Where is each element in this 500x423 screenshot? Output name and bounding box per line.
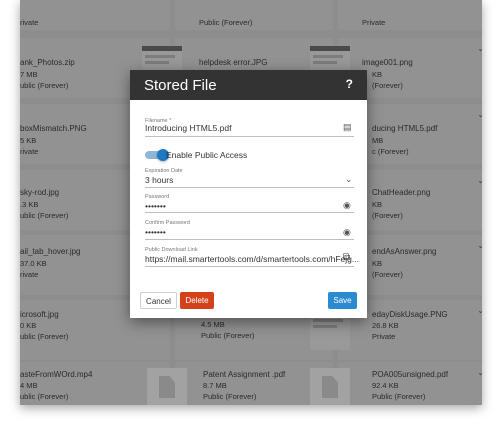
file-size: .3 KB <box>20 200 39 209</box>
dialog-title: Stored File <box>144 77 217 94</box>
chevron-down-icon[interactable]: ⌄ <box>477 44 482 53</box>
chevron-down-icon[interactable]: ⌄ <box>477 306 482 315</box>
file-name: asteFromWOrd.mp4 <box>20 370 93 379</box>
file-visibility: Public (Forever) <box>199 18 253 27</box>
expiration-select[interactable]: 3 hours <box>145 175 173 185</box>
file-name: icrosoft.jpg <box>20 310 59 319</box>
file-visibility: ublic (Forever) <box>20 332 69 341</box>
confirm-password-input[interactable]: ••••••• <box>145 227 166 237</box>
file-visibility: Public (Forever) <box>203 392 257 401</box>
download-link-field[interactable]: https://mail.smartertools.com/d/smartert… <box>145 254 359 264</box>
file-name: image001.png <box>362 58 413 67</box>
file-card[interactable]: Public (Forever) <box>175 0 333 30</box>
download-link-underline <box>145 266 354 267</box>
dialog-header: Stored File ? <box>130 70 367 100</box>
file-visibility: rivate <box>20 18 39 27</box>
file-visibility: ublic (Forever) <box>20 211 69 220</box>
file-name: endAsAnswer.png <box>372 247 437 256</box>
file-size: 8.7 MB <box>203 381 227 390</box>
file-visibility: Public (Forever) <box>201 331 255 340</box>
download-link-label: Public Download Link <box>145 247 198 253</box>
document-icon <box>147 368 187 405</box>
file-name: Patent Assignment .pdf <box>203 370 286 379</box>
save-button[interactable]: Save <box>328 292 357 309</box>
help-icon[interactable]: ? <box>346 77 353 91</box>
file-size: 5 KB <box>20 136 37 145</box>
password-label: Password <box>145 194 170 200</box>
file-card[interactable]: Private <box>338 0 482 30</box>
file-visibility: ublic (Forever) <box>20 81 69 90</box>
file-name: ChatHeader.png <box>372 188 431 197</box>
cancel-button[interactable]: Cancel <box>140 292 177 309</box>
file-visibility: (Forever) <box>372 270 403 279</box>
file-size: 4.5 MB <box>201 320 225 329</box>
file-name: helpdesk error.JPG <box>199 58 268 67</box>
chevron-down-icon[interactable]: ⌄ <box>477 368 482 377</box>
file-name: ducing HTML5.pdf <box>372 124 438 133</box>
password-input[interactable]: ••••••• <box>145 201 166 211</box>
copy-icon[interactable]: ⧉ <box>343 252 350 263</box>
filename-underline <box>145 136 354 137</box>
confirm-password-label: Confirm Password <box>145 220 190 226</box>
file-name: boxMismatch.PNG <box>20 124 87 133</box>
chevron-down-icon[interactable]: ⌄ <box>477 110 482 119</box>
expiration-label: Expiration Date <box>145 168 183 174</box>
file-visibility: ublic (Forever) <box>20 392 69 401</box>
file-card[interactable]: ⌄ POA005unsigned.pdf 92.4 KB Public (For… <box>310 362 482 405</box>
file-size: KB <box>372 70 383 79</box>
confirm-password-underline <box>145 239 354 240</box>
file-visibility: Private <box>362 18 386 27</box>
file-size: 92.4 KB <box>372 381 399 390</box>
file-visibility: rivate <box>20 270 39 279</box>
file-size: KB <box>372 200 383 209</box>
file-visibility: (Forever) <box>372 211 403 220</box>
file-name: sky-rod.jpg <box>20 188 60 197</box>
file-visibility: (Forever) <box>372 81 403 90</box>
file-size: MB <box>372 136 384 145</box>
file-size: 7 MB <box>20 70 38 79</box>
expiration-underline <box>145 187 354 188</box>
chevron-down-icon[interactable]: ⌄ <box>345 174 353 185</box>
file-size: 37.0 KB <box>20 259 47 268</box>
filename-input[interactable]: Introducing HTML5.pdf <box>145 123 231 133</box>
file-visibility: Private <box>372 332 396 341</box>
file-size: 26.8 KB <box>372 321 399 330</box>
password-underline <box>145 212 354 213</box>
delete-button[interactable]: Delete <box>180 292 214 309</box>
file-card[interactable]: rivate <box>20 0 170 30</box>
file-name: POA005unsigned.pdf <box>372 370 449 379</box>
file-name: ank_Photos.zip <box>20 58 75 67</box>
eye-icon[interactable]: ◉ <box>343 200 351 211</box>
file-visibility: rivate <box>20 147 39 156</box>
eye-icon[interactable]: ◉ <box>343 227 351 238</box>
file-name: ail_tab_hover.jpg <box>20 247 81 256</box>
file-visibility: Public (Forever) <box>372 392 426 401</box>
file-size: KB <box>372 259 383 268</box>
file-visibility: c (Forever) <box>372 147 409 156</box>
public-access-label: Enable Public Access <box>166 150 248 160</box>
chevron-down-icon[interactable]: ⌄ <box>477 241 482 250</box>
chevron-down-icon[interactable]: ⌄ <box>477 176 482 185</box>
file-size: 0 KB <box>20 321 37 330</box>
file-name: edayDiskUsage.PNG <box>372 310 448 319</box>
document-icon <box>310 368 350 405</box>
file-details-icon[interactable]: ▤ <box>343 122 352 133</box>
file-size: 4 MB <box>20 381 38 390</box>
